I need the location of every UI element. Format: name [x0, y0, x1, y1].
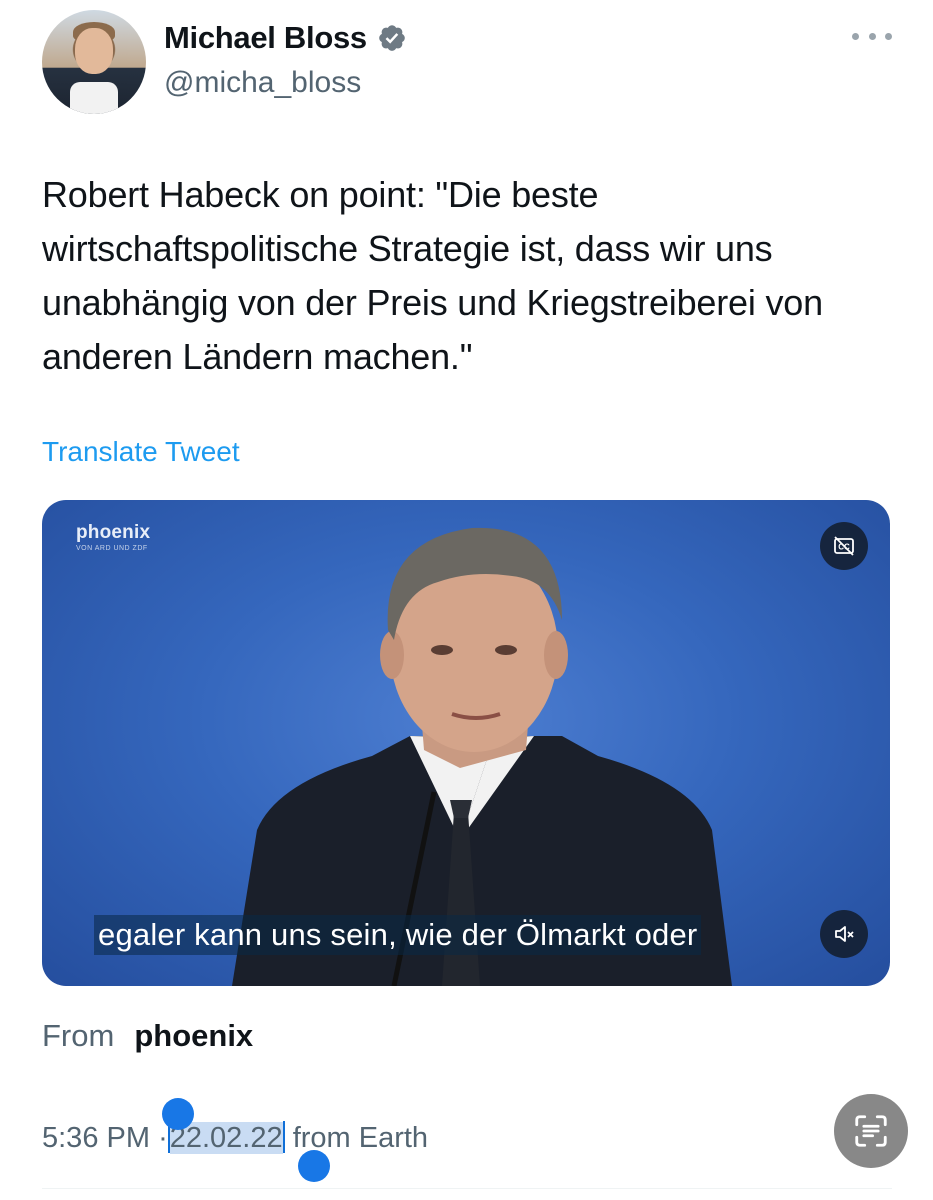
video-subtitle: egaler kann uns sein, wie der Ölmarkt od…: [94, 915, 702, 955]
channel-logo-text: phoenix: [76, 522, 151, 543]
tweet-text: Robert Habeck on point: "Die beste wirts…: [42, 174, 823, 377]
verified-badge-icon: [379, 25, 405, 51]
media-source-name[interactable]: phoenix: [134, 1018, 253, 1053]
channel-logo-subtext: VON ARD UND ZDF: [76, 545, 148, 552]
speaker-muted-icon-glyph: [835, 926, 854, 942]
tweet-header: Michael Bloss @micha_bloss: [42, 8, 892, 118]
selection-handle-start[interactable]: [162, 1098, 194, 1130]
closed-captions-off-icon[interactable]: CC: [820, 522, 868, 570]
avatar[interactable]: [42, 10, 146, 114]
speaker-video-frame: [232, 527, 732, 986]
avatar-shirt: [70, 82, 118, 114]
video-player[interactable]: phoenix VON ARD UND ZDF CC egaler kann u…: [42, 500, 890, 986]
tweet-time[interactable]: 5:36 PM: [42, 1122, 150, 1154]
more-horizontal-icon[interactable]: [852, 26, 892, 46]
author-name-row[interactable]: Michael Bloss: [164, 20, 407, 56]
more-dot: [852, 32, 859, 40]
media-source: From phoenix: [42, 1018, 253, 1054]
meta-separator: ·: [158, 1122, 168, 1154]
tweet-meta: 5:36 PM ·22.02.22 from Earth: [42, 1121, 428, 1155]
divider: [42, 1188, 892, 1189]
author-handle[interactable]: @micha_bloss: [164, 66, 361, 100]
more-dot: [868, 32, 876, 40]
selection-handle-end[interactable]: [298, 1150, 330, 1182]
avatar-face: [75, 28, 113, 74]
live-text-scan-glyph: [855, 1115, 887, 1147]
live-text-scan-icon[interactable]: [834, 1094, 908, 1168]
channel-logo: phoenix VON ARD UND ZDF: [76, 522, 150, 552]
speaker-muted-icon[interactable]: [820, 910, 868, 958]
author-name[interactable]: Michael Bloss: [164, 20, 367, 56]
selection-caret-end[interactable]: [282, 1121, 285, 1153]
media-source-prefix: From: [42, 1018, 115, 1053]
translate-tweet-link[interactable]: Translate Tweet: [42, 436, 240, 468]
more-dot: [885, 32, 892, 40]
closed-captions-icon-glyph: CC: [834, 536, 854, 556]
